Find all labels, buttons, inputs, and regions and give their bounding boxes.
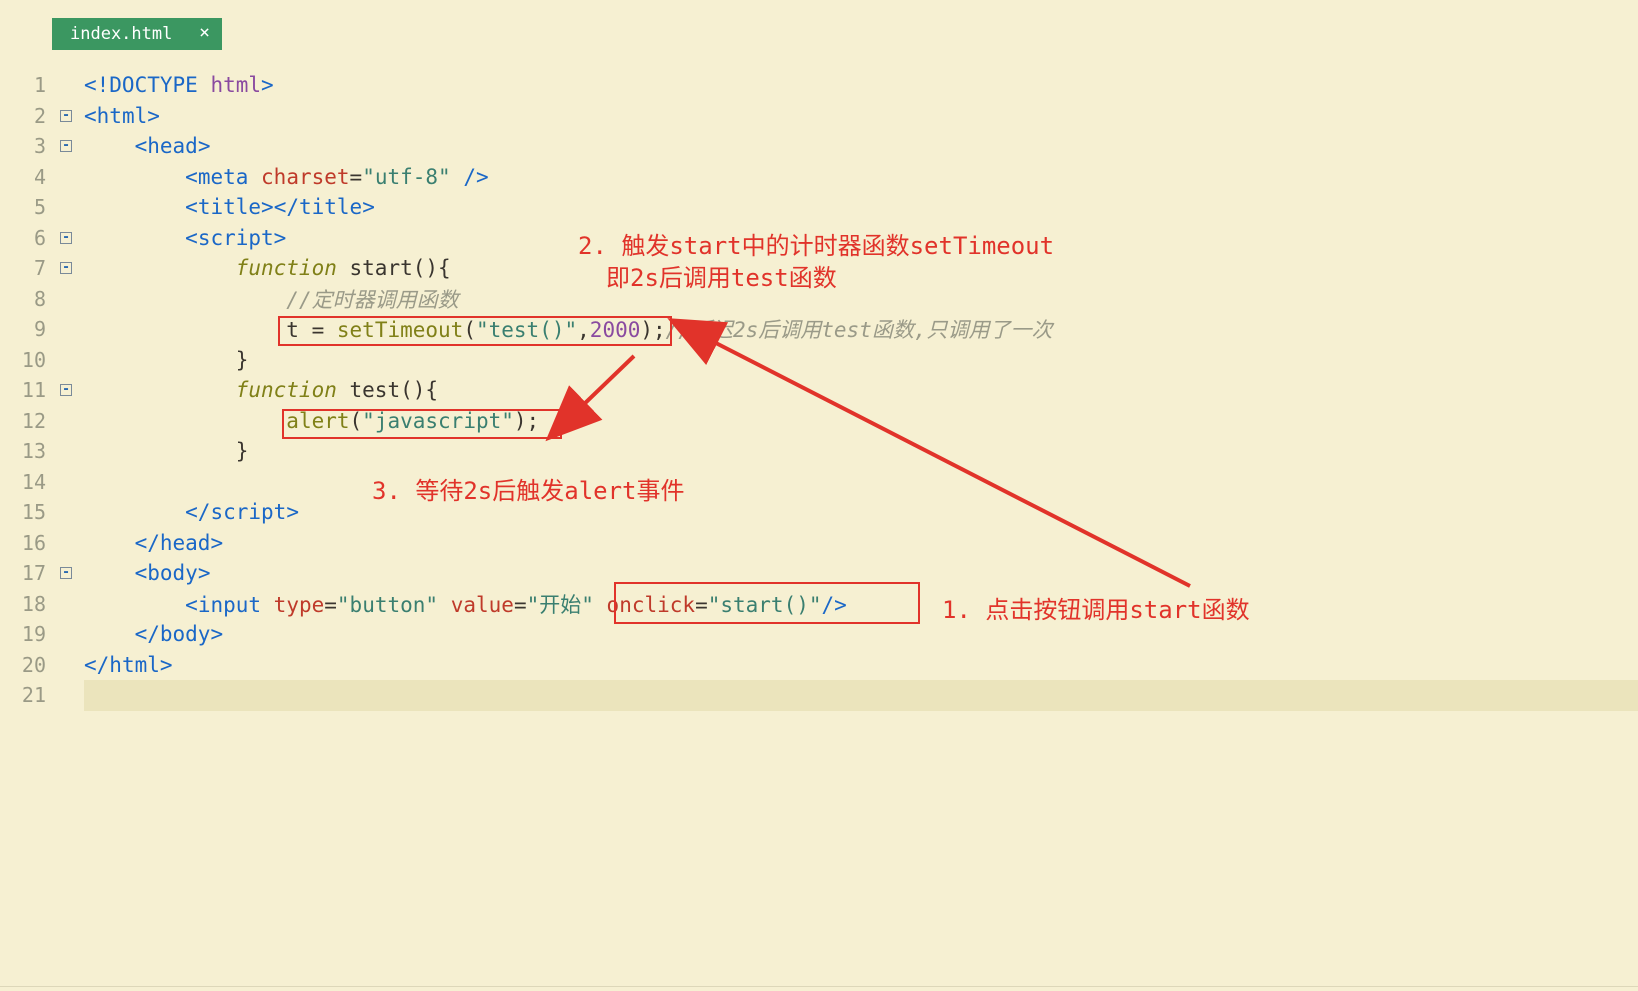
close-icon[interactable]: × [199,24,210,42]
annotation-3: 3. 等待2s后触发alert事件 [372,475,685,507]
fold-icon[interactable]: - [60,110,72,122]
annotation-2: 2. 触发start中的计时器函数setTimeout 即2s后调用test函数 [578,230,1054,295]
fold-icon[interactable]: - [60,384,72,396]
file-tab[interactable]: index.html × [52,18,222,50]
annotation-1: 1. 点击按钮调用start函数 [942,594,1250,626]
highlight-box-alert [282,409,562,439]
highlight-box-settimeout [278,316,672,346]
fold-icon[interactable]: - [60,232,72,244]
fold-icon[interactable]: - [60,262,72,274]
line-number: 1 [0,73,56,97]
fold-icon[interactable]: - [60,140,72,152]
tab-filename: index.html [70,24,172,44]
highlight-box-onclick [614,582,920,624]
fold-icon[interactable]: - [60,567,72,579]
